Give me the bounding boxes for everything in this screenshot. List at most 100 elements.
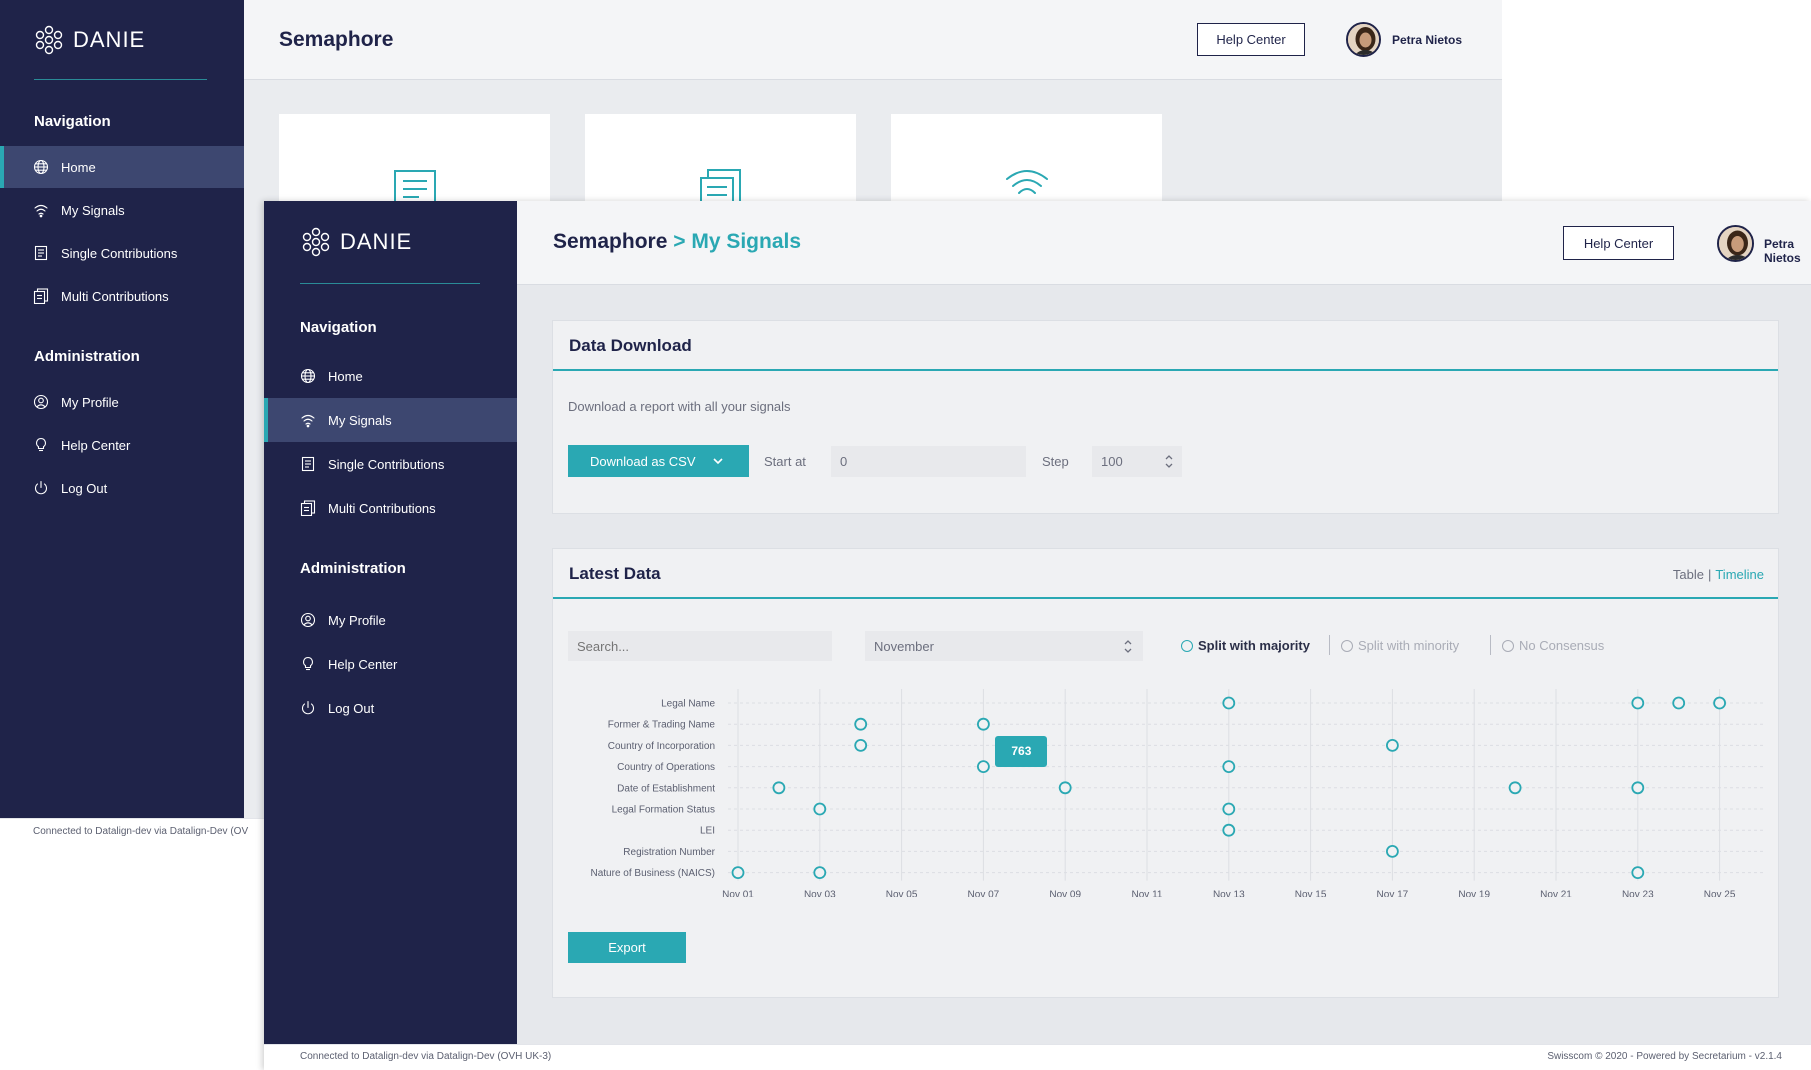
sidebar-item-log-out[interactable]: Log Out (0, 467, 244, 509)
sidebar-item-label: My Signals (61, 202, 125, 218)
y-tick-label: Nature of Business (NAICS) (591, 868, 716, 879)
view-toggle: Table | Timeline (1673, 567, 1764, 582)
sidebar-item-home[interactable]: Home (264, 354, 517, 398)
download-csv-button[interactable]: Download as CSV (568, 445, 749, 477)
y-tick-label: Former & Trading Name (608, 720, 716, 731)
radio-icon (1181, 639, 1193, 652)
data-point[interactable] (976, 717, 990, 731)
help-center-button[interactable]: Help Center (1563, 226, 1674, 260)
sidebar-item-home[interactable]: Home (0, 146, 244, 188)
data-point[interactable] (1222, 823, 1236, 837)
data-point[interactable] (1222, 760, 1236, 773)
sidebar-item-label: Log Out (328, 700, 375, 716)
breadcrumb-current: My Signals (691, 230, 802, 253)
x-tick-label: Nov 23 (1622, 890, 1654, 897)
x-tick-label: Nov 25 (1704, 890, 1736, 897)
filter-split-with-minority[interactable]: Split with minority (1341, 638, 1459, 653)
connection-status: Connected to Datalign-dev via Datalign-D… (300, 1051, 552, 1062)
data-point[interactable] (1672, 696, 1686, 710)
data-point[interactable] (1222, 802, 1236, 816)
data-point[interactable] (1508, 781, 1522, 795)
sidebar-item-log-out[interactable]: Log Out (264, 686, 517, 730)
month-select[interactable]: November (865, 631, 1143, 661)
danie-logo-icon (300, 226, 332, 258)
tile-my-signals[interactable] (891, 114, 1162, 202)
globe-icon (300, 368, 316, 384)
sidebar-item-single-contributions[interactable]: Single Contributions (264, 442, 517, 486)
sidebar-item-label: My Signals (328, 412, 392, 428)
y-tick-label: Registration Number (623, 847, 715, 858)
data-point[interactable] (854, 739, 868, 752)
step-stepper[interactable]: 100 (1092, 446, 1182, 477)
sidebar-item-label: My Profile (328, 612, 386, 628)
user-name: Petra Nietos (1764, 237, 1801, 265)
brand[interactable]: DANIE (300, 226, 412, 258)
avatar[interactable] (1717, 225, 1754, 262)
data-point[interactable] (1386, 739, 1399, 752)
data-point[interactable] (813, 866, 827, 880)
sidebar-item-single-contributions[interactable]: Single Contributions (0, 232, 244, 274)
search-input[interactable] (568, 631, 832, 661)
signal-icon (33, 202, 49, 218)
breadcrumb-separator: > (673, 230, 686, 253)
data-point[interactable] (1386, 844, 1399, 858)
avatar[interactable] (1346, 22, 1381, 57)
brand-divider (34, 79, 207, 80)
sidebar-item-my-profile[interactable]: My Profile (0, 381, 244, 423)
sidebar-item-label: My Profile (61, 394, 119, 410)
brand-name: DANIE (73, 27, 146, 52)
signal-icon (300, 412, 316, 428)
filter-label: No Consensus (1519, 638, 1605, 653)
view-timeline-link[interactable]: Timeline (1715, 567, 1764, 582)
start-input[interactable]: 0 (831, 446, 1026, 477)
sidebar-item-help-center[interactable]: Help Center (264, 642, 517, 686)
step-value: 100 (1101, 454, 1123, 469)
radio-icon (1502, 639, 1514, 652)
tile-single-contributions[interactable] (279, 114, 550, 202)
x-tick-label: Nov 03 (804, 890, 836, 897)
sidebar-item-help-center[interactable]: Help Center (0, 424, 244, 466)
filter-label: Split with majority (1198, 638, 1310, 653)
data-point[interactable] (1631, 696, 1645, 710)
globe-icon (33, 159, 49, 175)
export-button[interactable]: Export (568, 932, 686, 963)
data-point[interactable] (1631, 781, 1645, 795)
tile-multi-contributions[interactable] (585, 114, 856, 202)
sidebar-item-multi-contributions[interactable]: Multi Contributions (0, 275, 244, 317)
data-point[interactable] (976, 760, 990, 773)
back-brand[interactable]: DANIE (33, 24, 145, 56)
sidebar-item-my-profile[interactable]: My Profile (264, 598, 517, 642)
title-root[interactable]: Semaphore (553, 230, 667, 253)
help-center-button[interactable]: Help Center (1197, 23, 1305, 56)
filter-divider (1329, 635, 1330, 655)
data-point[interactable] (731, 866, 745, 880)
data-point[interactable] (772, 781, 786, 795)
topbar: Semaphore > My Signals Help Center Petra… (517, 201, 1811, 285)
sidebar-item-label: Multi Contributions (61, 288, 169, 304)
sidebar-item-my-signals[interactable]: My Signals (0, 189, 244, 231)
profile-icon (33, 394, 49, 410)
x-tick-label: Nov 01 (722, 890, 754, 897)
sidebar-item-my-signals[interactable]: My Signals (264, 398, 517, 442)
download-csv-label: Download as CSV (590, 453, 696, 469)
x-tick-label: Nov 17 (1377, 890, 1409, 897)
view-separator: | (1707, 567, 1712, 582)
latest-data-card: Latest Data Table | Timeline November Sp… (552, 548, 1779, 998)
data-point[interactable] (1222, 696, 1236, 710)
chevron-down-icon (712, 457, 724, 465)
page-title: Semaphore > My Signals (553, 230, 801, 254)
filter-split-with-majority[interactable]: Split with majority (1181, 638, 1310, 653)
y-tick-label: Legal Name (661, 699, 715, 710)
documents-icon (33, 288, 49, 304)
data-download-card: Data Download Download a report with all… (552, 320, 1779, 514)
data-point[interactable] (1631, 866, 1645, 880)
back-footer: Connected to Datalign-dev via Datalign-D… (0, 818, 264, 845)
filter-no-consensus[interactable]: No Consensus (1502, 638, 1604, 653)
view-table-link[interactable]: Table (1673, 567, 1704, 582)
sidebar-item-multi-contributions[interactable]: Multi Contributions (264, 486, 517, 530)
data-point[interactable] (854, 717, 868, 731)
data-point[interactable] (813, 802, 827, 816)
stepper-arrows-icon[interactable] (1164, 454, 1174, 469)
data-point[interactable] (1713, 696, 1726, 710)
data-point[interactable] (1058, 781, 1072, 795)
